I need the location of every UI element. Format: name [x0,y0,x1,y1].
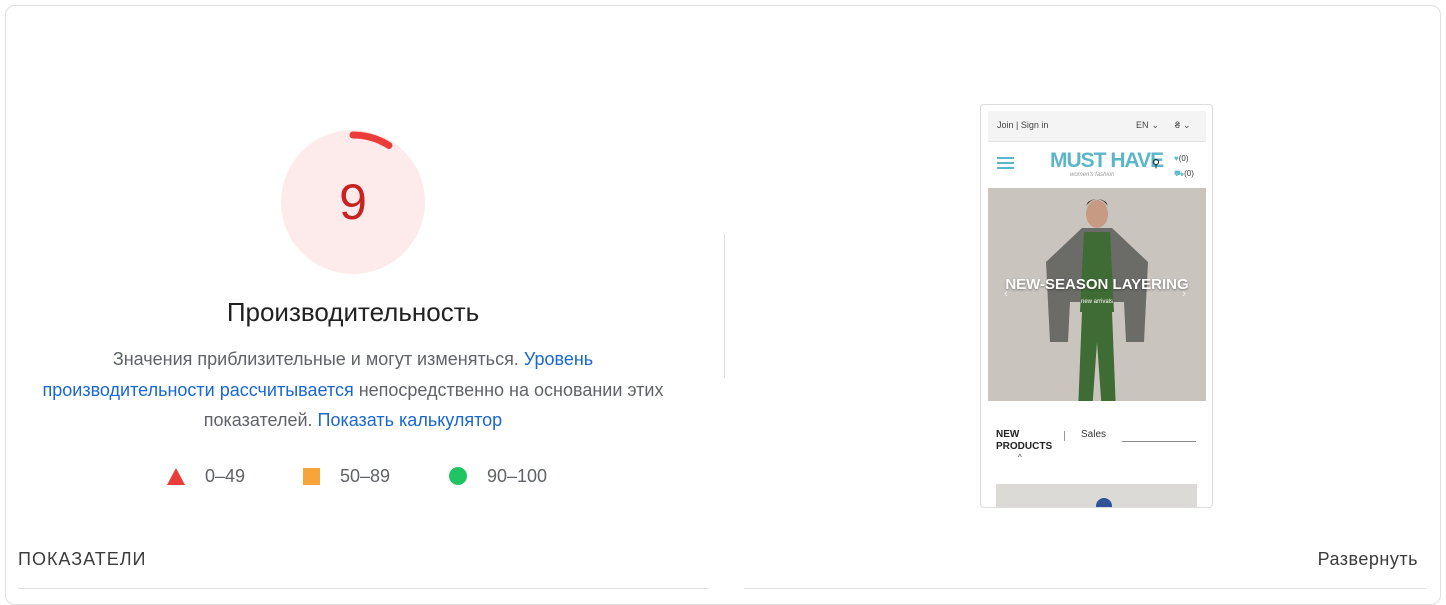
tab-separator [1064,431,1065,441]
legend-range-pass: 90–100 [487,465,548,486]
product-badge [1096,498,1112,507]
chevron-right-icon: › [1182,286,1186,300]
search-icon: ⚲ [1152,158,1161,170]
circle-icon [449,467,467,485]
product-card-preview [996,484,1197,507]
description-text-1: Значения приблизительные и могут изменят… [112,349,524,369]
tab-underline [1122,441,1196,442]
final-screenshot[interactable]: Join | Sign in EN ⌄ ₴ ⌄ MUST HAVE women's … [980,104,1213,508]
square-icon [303,467,320,485]
auth-links: Join | Sign in [997,120,1049,130]
metrics-divider-left [18,588,708,589]
product-tabs: NEW PRODUCTS Sales ^ [988,425,1206,465]
site-logo-tagline: women's fashion [1070,172,1115,178]
legend-item-fail: 0–49 [167,463,245,489]
hero-subcaption: new arrivals [1080,299,1113,305]
tab-new-products: NEW PRODUCTS [996,429,1056,453]
chevron-down-icon: ⌄ [1183,120,1191,130]
score-description: Значения приблизительные и могут изменят… [40,344,666,436]
legend-item-pass: 90–100 [449,463,547,489]
currency-select: ₴ ⌄ [1175,120,1191,131]
legend-range-fail: 0–49 [205,465,246,486]
score-gauge: 9 [281,130,425,274]
language-select: EN ⌄ [1136,120,1159,131]
legend-range-average: 50–89 [340,465,391,486]
chevron-up-icon: ^ [1018,453,1022,462]
wishlist-count: (0) [1178,154,1189,163]
currency-value: ₴ [1175,120,1181,130]
menu-icon [997,157,1014,172]
legend-item-average: 50–89 [303,463,390,489]
basket-icon: ⛟ [1174,169,1185,178]
triangle-icon [167,467,185,485]
vertical-divider [724,234,725,378]
score-legend: 0–49 50–89 90–100 [0,463,706,489]
expand-button[interactable]: Развернуть [1318,549,1418,570]
tab-sales: Sales [1081,429,1107,440]
site-topbar: Join | Sign in EN ⌄ ₴ ⌄ [988,111,1206,142]
hero-caption: NEW-SEASON LAYERING [1005,276,1189,293]
cart-count: (0) [1184,169,1194,178]
site-header: MUST HAVE women's fashion ⚲ ♥(0) ⛟(0) [988,143,1206,185]
hero-banner: NEW-SEASON LAYERING new arrivals ‹ › [988,188,1206,401]
score-value: 9 [339,174,367,230]
site-logo: MUST HAVE [1050,149,1164,172]
chevron-left-icon: ‹ [1004,286,1008,300]
chevron-down-icon: ⌄ [1151,120,1160,130]
category-title: Производительность [226,297,480,327]
tab-new-products-label: NEW PRODUCTS [996,429,1053,452]
model-image [1046,199,1148,401]
header-counters: ♥(0) ⛟(0) [1174,151,1194,181]
show-calculator-link[interactable]: Показать калькулятор [318,410,503,430]
metrics-heading: ПОКАЗАТЕЛИ [18,549,147,569]
language-value: EN [1136,120,1149,130]
metrics-divider-right [744,588,1426,589]
